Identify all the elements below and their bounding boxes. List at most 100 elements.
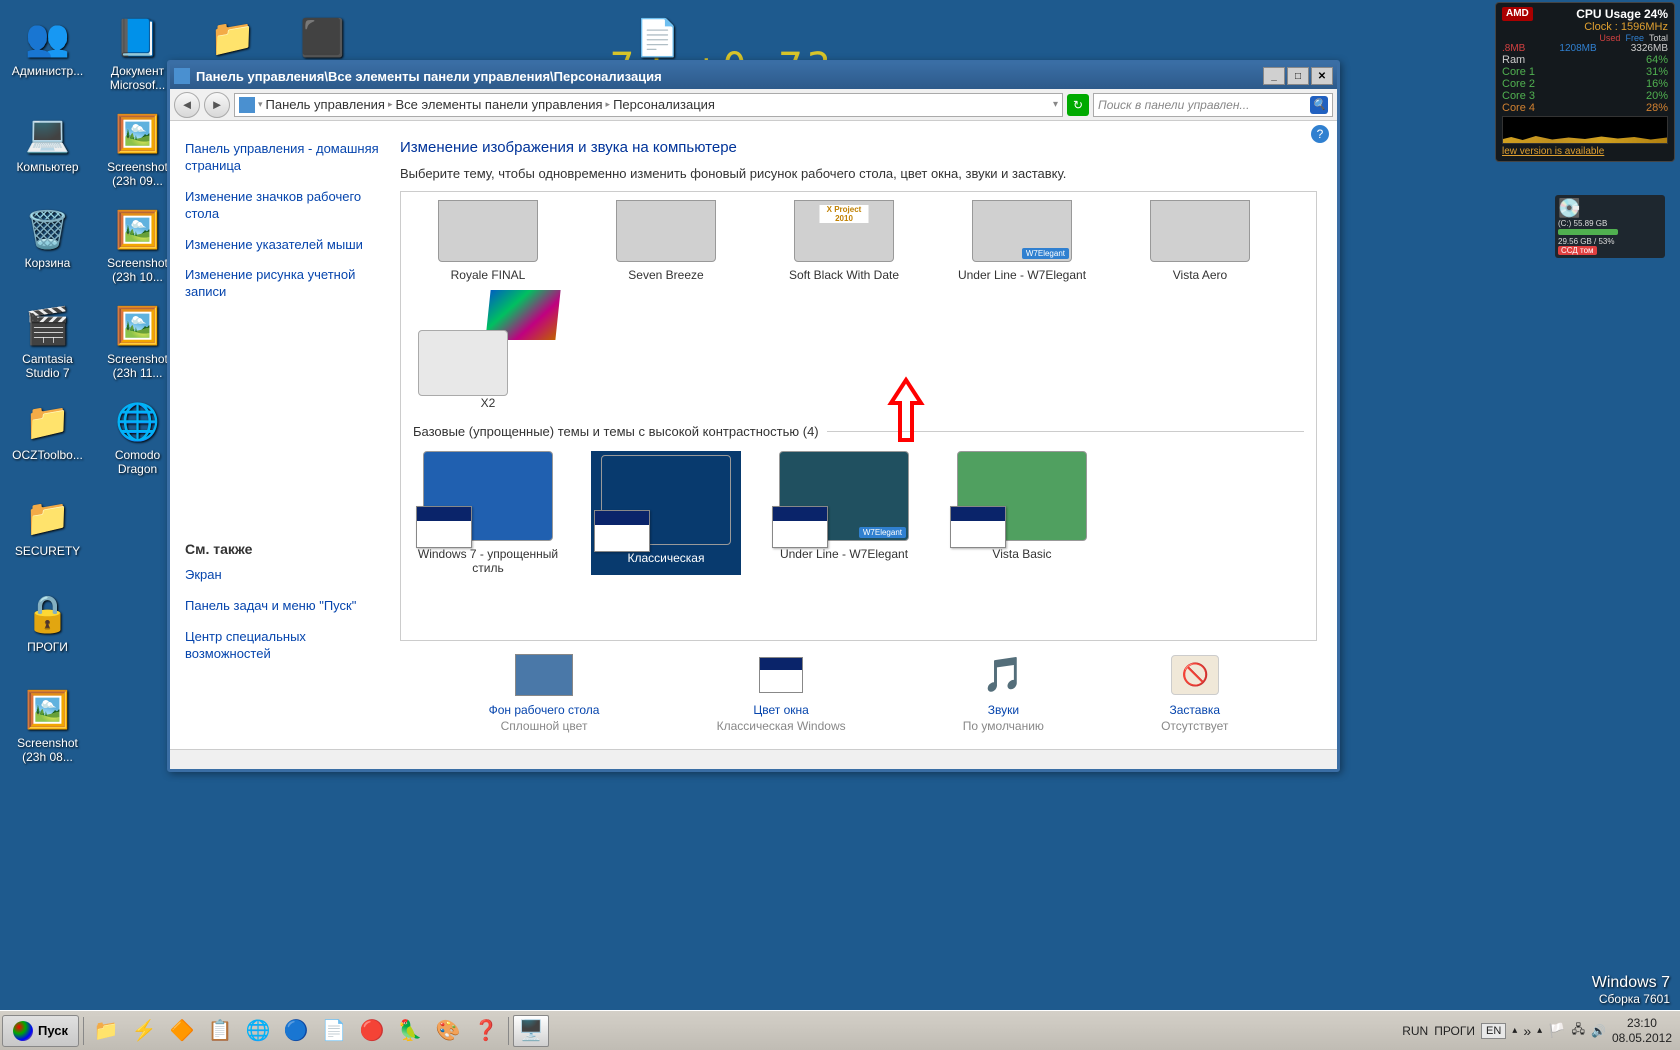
taskbar-explorer-icon[interactable]: 📁: [88, 1015, 124, 1047]
theme-overlay-label: X Project 2010: [820, 205, 869, 223]
desktop-icon[interactable]: Компьютер: [5, 106, 90, 194]
sidebar-link[interactable]: Изменение значков рабочего стола: [185, 189, 385, 223]
taskbar-app-icon[interactable]: 🔴: [354, 1015, 390, 1047]
tray-clock[interactable]: 23:10 08.05.2012: [1612, 1016, 1672, 1045]
setting-value: Сплошной цвет: [501, 719, 588, 733]
start-button[interactable]: Пуск: [2, 1015, 79, 1047]
taskbar-help-icon[interactable]: ❓: [468, 1015, 504, 1047]
lock-ico: [24, 590, 72, 638]
tray-prog-label[interactable]: ПРОГИ: [1434, 1024, 1475, 1038]
theme-thumbnail: W7Elegant: [779, 451, 909, 541]
theme-item[interactable]: Windows 7 - упрощенный стиль: [413, 451, 563, 575]
breadcrumb-item[interactable]: Все элементы панели управления: [396, 97, 603, 112]
theme-item[interactable]: Seven Breeze: [591, 200, 741, 282]
theme-item[interactable]: X Project 2010 Soft Black With Date: [769, 200, 919, 282]
theme-item-selected[interactable]: Классическая: [591, 451, 741, 575]
window-color-icon: [759, 657, 803, 693]
dropdown-icon[interactable]: ▾: [1053, 99, 1058, 110]
theme-name: Seven Breeze: [628, 268, 703, 282]
desktop-icon[interactable]: Camtasia Studio 7: [5, 298, 90, 386]
taskbar-paint-icon[interactable]: 🎨: [430, 1015, 466, 1047]
theme-thumbnail: W7Elegant: [972, 200, 1072, 262]
breadcrumb-item[interactable]: Панель управления: [266, 97, 385, 112]
theme-badge: W7Elegant: [859, 527, 906, 538]
desktop-icon[interactable]: ПРОГИ: [5, 586, 90, 674]
search-input[interactable]: Поиск в панели управлен... 🔍: [1093, 93, 1333, 117]
theme-item[interactable]: W7ElegantUnder Line - W7Elegant: [947, 200, 1097, 282]
chevron-icon[interactable]: ▸: [606, 99, 611, 110]
taskbar-app-icon[interactable]: 📋: [202, 1015, 238, 1047]
titlebar[interactable]: Панель управления\Все элементы панели уп…: [170, 63, 1337, 89]
folder-ico: [24, 398, 72, 446]
theme-item[interactable]: Vista Basic: [947, 451, 1097, 575]
help-button[interactable]: ?: [1311, 125, 1329, 143]
theme-name: Soft Black With Date: [789, 268, 899, 282]
theme-x2[interactable]: X2: [413, 296, 563, 410]
disk-gadget[interactable]: 💽 (C:) 55.89 GB 29.56 GB / 53% ССД том: [1555, 195, 1665, 258]
ram-label: Ram: [1502, 54, 1525, 66]
taskbar-app-icon[interactable]: ⚡: [126, 1015, 162, 1047]
theme-item[interactable]: W7ElegantUnder Line - W7Elegant: [769, 451, 919, 575]
new-version-link[interactable]: lew version is available: [1502, 146, 1668, 157]
setting-title: Звуки: [988, 703, 1019, 717]
tray-arrow-icon[interactable]: ▴: [1537, 1025, 1542, 1036]
taskbar-vlc-icon[interactable]: 🔶: [164, 1015, 200, 1047]
language-indicator[interactable]: EN: [1481, 1023, 1506, 1039]
chevron-icon[interactable]: ▾: [258, 99, 263, 110]
taskbar-personalization-task[interactable]: 🖥️: [513, 1015, 549, 1047]
personalization-setting[interactable]: Фон рабочего столаСплошной цвет: [489, 653, 600, 733]
tray-run-label[interactable]: RUN: [1402, 1024, 1428, 1038]
taskbar-app-icon[interactable]: 📄: [316, 1015, 352, 1047]
desktop-icon[interactable]: SECURETY: [5, 490, 90, 578]
theme-name: Vista Basic: [992, 547, 1051, 561]
breadcrumb-item[interactable]: Персонализация: [613, 97, 715, 112]
taskbar-chrome-icon[interactable]: 🌐: [240, 1015, 276, 1047]
hdd-icon: 💽: [1558, 198, 1580, 218]
system-tray: RUN ПРОГИ EN ▴ » ▴ 🏳️ 🖧 🔊 23:10 08.05.20…: [1402, 1016, 1678, 1045]
personalization-setting[interactable]: ЗаставкаОтсутствует: [1161, 653, 1228, 733]
see-also-link[interactable]: Панель задач и меню "Пуск": [185, 598, 385, 615]
search-icon[interactable]: 🔍: [1310, 96, 1328, 114]
minimize-button[interactable]: _: [1263, 67, 1285, 85]
breadcrumb[interactable]: ▾ Панель управления ▸ Все элементы панел…: [234, 93, 1063, 117]
start-label: Пуск: [38, 1023, 68, 1038]
screenshot-ico: [114, 302, 162, 350]
refresh-button[interactable]: ↻: [1067, 94, 1089, 116]
chevron-icon[interactable]: ▸: [388, 99, 393, 110]
taskbar-app-icon[interactable]: 🦜: [392, 1015, 428, 1047]
forward-button[interactable]: ►: [204, 92, 230, 118]
sidebar-link[interactable]: Панель управления - домашняя страница: [185, 141, 385, 175]
close-button[interactable]: ✕: [1311, 67, 1333, 85]
screenshot-ico: [24, 686, 72, 734]
disk-free-label: 29.56 GB / 53%: [1558, 237, 1662, 246]
maximize-button[interactable]: □: [1287, 67, 1309, 85]
hdr-total: Total: [1649, 33, 1668, 43]
back-button[interactable]: ◄: [174, 92, 200, 118]
desktop-icon[interactable]: OCZToolbo...: [5, 394, 90, 482]
tray-volume-icon[interactable]: 🔊: [1591, 1024, 1606, 1038]
theme-item[interactable]: Royale FINAL: [413, 200, 563, 282]
tray-overflow-icon[interactable]: ▴: [1512, 1025, 1517, 1036]
ram-total: 3326MB: [1631, 43, 1668, 54]
tray-overflow-icon[interactable]: »: [1523, 1023, 1531, 1039]
sounds-icon: 🎵: [982, 655, 1024, 695]
theme-item[interactable]: Vista Aero: [1125, 200, 1275, 282]
sidebar-link[interactable]: Изменение указателей мыши: [185, 237, 385, 254]
doc-ico: [114, 14, 162, 62]
taskbar-app-icon[interactable]: 🔵: [278, 1015, 314, 1047]
desktop-bg-icon: [515, 654, 573, 696]
see-also-link[interactable]: Центр специальных возможностей: [185, 629, 385, 663]
desktop-icon[interactable]: Корзина: [5, 202, 90, 290]
sidebar-link[interactable]: Изменение рисунка учетной записи: [185, 267, 385, 301]
desktop-icon[interactable]: Screenshot (23h 08...: [5, 682, 90, 770]
desktop-icon[interactable]: Администр...: [5, 10, 90, 98]
personalization-setting[interactable]: Цвет окнаКлассическая Windows: [717, 653, 846, 733]
core-label: Core 2: [1502, 78, 1535, 90]
see-also-link[interactable]: Экран: [185, 567, 385, 584]
cpu-gadget[interactable]: AMD CPU Usage 24% Clock : 1596MHz Used F…: [1495, 2, 1675, 162]
personalization-setting[interactable]: 🎵ЗвукиПо умолчанию: [963, 653, 1044, 733]
tray-network-icon[interactable]: 🖧: [1572, 1020, 1585, 1041]
tray-time: 23:10: [1612, 1016, 1672, 1030]
setting-title: Заставка: [1169, 703, 1220, 717]
tray-flag-icon[interactable]: 🏳️: [1548, 1022, 1565, 1039]
